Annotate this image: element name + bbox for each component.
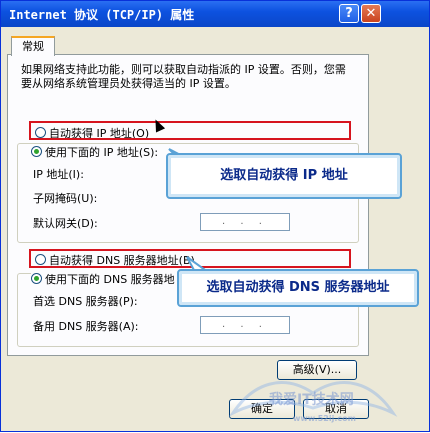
subnet-mask-label: 子网掩码(U):	[33, 192, 98, 205]
radio-indicator-selected	[31, 273, 42, 284]
auto-dns-callout: 选取自动获得 DNS 服务器地址	[177, 269, 419, 307]
manual-ip-radio[interactable]: 使用下面的 IP 地址(S):	[31, 144, 161, 160]
ip-address-label: IP 地址(I):	[33, 168, 84, 181]
help-button[interactable]: ?	[339, 4, 359, 23]
auto-ip-callout-text: 选取自动获得 IP 地址	[220, 168, 348, 183]
watermark-text: 我爱IT技术网	[269, 392, 354, 408]
tcpip-properties-dialog: Internet 协议 (TCP/IP) 属性 ? ✕ 常规 如果网络支持此功能…	[0, 0, 430, 432]
tab-general[interactable]: 常规	[11, 36, 55, 56]
close-button[interactable]: ✕	[361, 4, 381, 23]
auto-ip-callout: 选取自动获得 IP 地址	[166, 153, 402, 199]
description-text: 如果网络支持此功能，则可以获取自动指派的 IP 设置。否则，您需要从网络系统管理…	[21, 63, 346, 90]
default-gateway-label: 默认网关(D):	[33, 217, 98, 230]
preferred-dns-label: 首选 DNS 服务器(P):	[33, 295, 138, 308]
manual-dns-label: 使用下面的 DNS 服务器地	[45, 273, 175, 286]
default-gateway-input[interactable]: . . .	[200, 213, 290, 231]
alternate-dns-input[interactable]: . . .	[200, 316, 290, 334]
manual-ip-label: 使用下面的 IP 地址(S):	[45, 146, 159, 159]
auto-dns-callout-text: 选取自动获得 DNS 服务器地址	[206, 280, 390, 295]
title-bar[interactable]: Internet 协议 (TCP/IP) 属性 ? ✕	[1, 1, 429, 27]
watermark-url: www.52ij.com	[293, 414, 356, 423]
window-title: Internet 协议 (TCP/IP) 属性	[9, 8, 195, 22]
auto-ip-highlight	[29, 121, 351, 140]
radio-indicator-selected	[31, 146, 42, 157]
alternate-dns-label: 备用 DNS 服务器(A):	[33, 320, 139, 333]
manual-dns-radio[interactable]: 使用下面的 DNS 服务器地	[31, 271, 177, 287]
